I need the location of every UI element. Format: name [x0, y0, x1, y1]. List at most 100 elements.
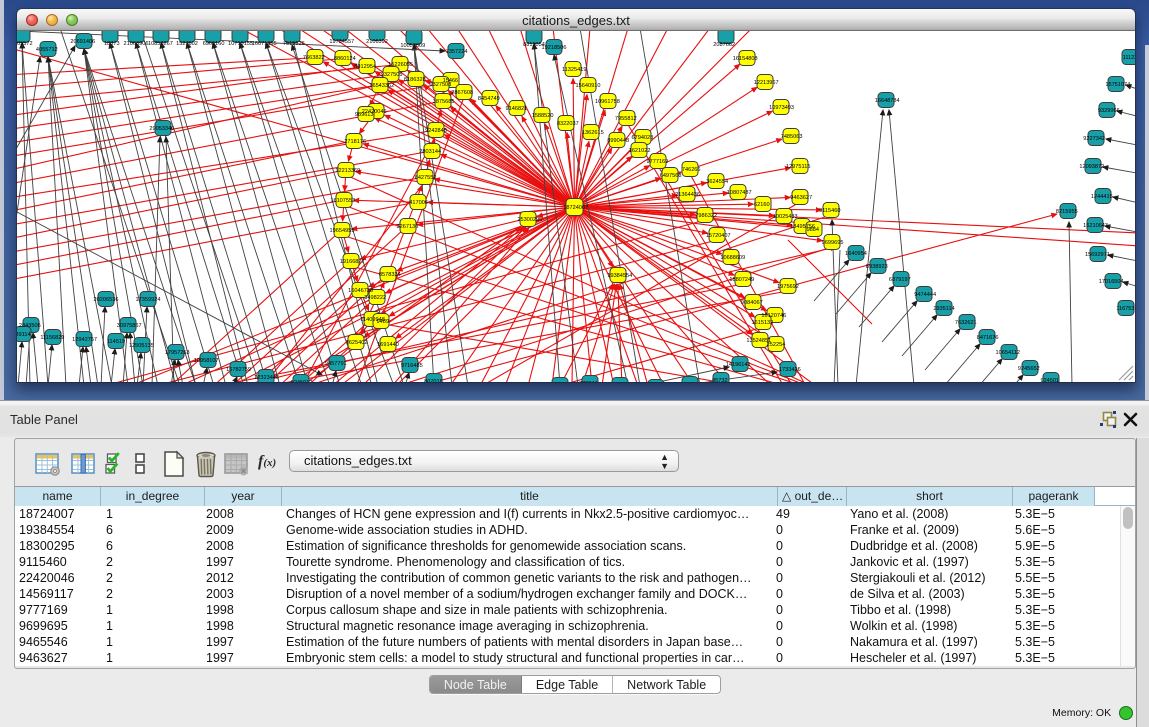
svg-text:807016: 807016 — [424, 379, 443, 382]
svg-text:15640910: 15640910 — [576, 83, 601, 89]
svg-text:2803144: 2803144 — [419, 149, 441, 155]
svg-text:14196141: 14196141 — [726, 362, 751, 368]
svg-text:2718176: 2718176 — [344, 139, 366, 145]
svg-text:18724007: 18724007 — [563, 205, 588, 211]
svg-text:16107553: 16107553 — [330, 198, 355, 204]
svg-text:9146821: 9146821 — [506, 106, 528, 112]
svg-text:19218506: 19218506 — [542, 45, 567, 51]
svg-text:12213967: 12213967 — [754, 80, 779, 86]
svg-text:10654112: 10654112 — [996, 350, 1020, 356]
svg-text:9084067: 9084067 — [741, 300, 763, 306]
svg-text:16648784: 16648784 — [875, 98, 900, 104]
svg-text:19384554: 19384554 — [607, 273, 632, 279]
svg-text:9457791: 9457791 — [325, 361, 347, 367]
svg-text:2087662: 2087662 — [713, 42, 735, 48]
svg-text:19654955: 19654955 — [330, 228, 355, 234]
svg-text:6794028: 6794028 — [632, 135, 654, 141]
svg-text:9245652: 9245652 — [1018, 366, 1040, 372]
svg-text:15720407: 15720407 — [706, 233, 731, 239]
svg-text:12323446: 12323446 — [254, 375, 279, 381]
svg-text:1975692: 1975692 — [777, 284, 799, 290]
svg-text:12975115: 12975115 — [786, 164, 810, 170]
svg-text:9699695: 9699695 — [822, 240, 844, 246]
svg-text:252254: 252254 — [767, 342, 786, 348]
svg-text:8454749: 8454749 — [478, 96, 500, 102]
svg-text:12213369: 12213369 — [335, 168, 360, 174]
svg-text:1691440: 1691440 — [377, 342, 399, 348]
svg-text:9463627: 9463627 — [790, 195, 812, 201]
svg-text:114519: 114519 — [107, 339, 125, 345]
svg-text:9716485: 9716485 — [401, 363, 423, 369]
svg-text:2106392: 2106392 — [366, 39, 388, 45]
svg-text:1615132: 1615132 — [752, 320, 774, 326]
svg-text:417006: 417006 — [409, 200, 428, 206]
svg-text:12093872: 12093872 — [1079, 164, 1104, 170]
svg-text:15692971: 15692971 — [1085, 252, 1110, 258]
svg-text:9115460: 9115460 — [819, 208, 840, 214]
svg-text:16782759: 16782759 — [226, 367, 251, 373]
svg-text:2843506: 2843506 — [19, 323, 41, 329]
svg-text:12505135: 12505135 — [129, 343, 154, 349]
svg-text:9327508: 9327508 — [430, 82, 452, 88]
svg-text:1621022: 1621022 — [629, 148, 651, 154]
svg-text:17016504: 17016504 — [1099, 279, 1124, 285]
svg-text:8938923: 8938923 — [866, 264, 888, 270]
svg-text:1588520: 1588520 — [532, 113, 554, 119]
svg-text:2867608: 2867608 — [451, 90, 473, 96]
svg-text:9327505: 9327505 — [381, 72, 403, 78]
svg-text:9777169: 9777169 — [647, 159, 669, 165]
svg-text:11325419: 11325419 — [562, 67, 586, 73]
svg-text:21063906: 21063906 — [124, 41, 149, 47]
svg-text:9489: 9489 — [377, 319, 389, 325]
svg-text:18807249: 18807249 — [729, 277, 754, 283]
svg-text:8471676: 8471676 — [977, 335, 999, 341]
svg-text:1362615: 1362615 — [582, 130, 604, 136]
svg-text:9242848: 9242848 — [425, 128, 447, 134]
svg-text:9227342: 9227342 — [1083, 136, 1105, 142]
svg-text:19734557: 19734557 — [329, 39, 354, 45]
svg-text:7357224: 7357224 — [446, 49, 468, 55]
svg-text:2935114: 2935114 — [933, 306, 954, 312]
svg-text:10853267: 10853267 — [148, 41, 173, 47]
svg-text:6497568: 6497568 — [660, 173, 682, 179]
svg-text:39114: 39114 — [17, 332, 31, 338]
svg-text:15226055: 15226055 — [388, 62, 413, 68]
svg-text:12405572: 12405572 — [17, 41, 33, 47]
svg-text:12942757: 12942757 — [72, 337, 97, 343]
svg-text:17359924: 17359924 — [136, 297, 161, 303]
svg-text:8186328: 8186328 — [404, 77, 426, 83]
svg-text:9245012: 9245012 — [291, 380, 313, 382]
svg-text:9329966: 9329966 — [1098, 108, 1120, 114]
svg-text:8215955: 8215955 — [1056, 209, 1078, 215]
svg-text:7485063: 7485063 — [781, 134, 803, 140]
svg-text:19166827: 19166827 — [340, 259, 365, 265]
svg-text:18373: 18373 — [104, 41, 120, 47]
svg-text:10719155: 10719155 — [228, 41, 253, 47]
svg-text:16543362: 16543362 — [369, 83, 394, 89]
svg-text:746266: 746266 — [682, 167, 701, 173]
svg-text:8990448: 8990448 — [607, 138, 629, 144]
svg-text:95732: 95732 — [712, 378, 728, 382]
svg-text:8427552: 8427552 — [415, 175, 437, 181]
svg-text:773344: 773344 — [579, 381, 598, 382]
svg-text:7632621: 7632621 — [955, 320, 977, 326]
svg-text:10053809: 10053809 — [400, 43, 425, 49]
svg-text:7625402: 7625402 — [346, 340, 368, 346]
svg-text:1640954: 1640954 — [845, 251, 867, 257]
svg-text:3624554: 3624554 — [706, 179, 728, 185]
svg-text:10961758: 10961758 — [595, 99, 620, 105]
svg-text:10973493: 10973493 — [769, 105, 794, 111]
svg-text:9884: 9884 — [807, 227, 819, 233]
svg-text:7986322: 7986322 — [695, 213, 717, 219]
svg-text:7663822: 7663822 — [303, 55, 325, 61]
svg-text:11123: 11123 — [1123, 55, 1135, 61]
svg-text:3267130: 3267130 — [397, 224, 419, 230]
svg-text:16671355: 16671355 — [252, 41, 277, 47]
svg-text:10025433: 10025433 — [773, 214, 798, 220]
svg-text:10688609: 10688609 — [720, 255, 745, 261]
svg-text:1244415: 1244415 — [1091, 194, 1113, 200]
svg-text:16120746: 16120746 — [761, 313, 786, 319]
svg-text:7955812: 7955812 — [615, 116, 637, 122]
svg-text:1733426: 1733426 — [779, 367, 801, 373]
svg-text:116753: 116753 — [1116, 306, 1134, 312]
